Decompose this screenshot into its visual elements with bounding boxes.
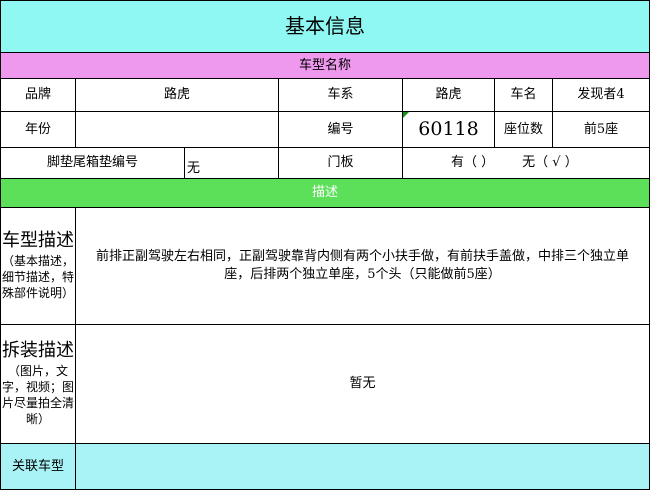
door-panel-label: 门板 — [278, 147, 403, 179]
model-desc-label: 车型描述 （基本描述，细节描述，特殊部件说明） — [0, 207, 76, 325]
mat-code-label: 脚垫尾箱垫编号 — [0, 147, 185, 179]
model-desc-text[interactable]: 前排正副驾驶左右相同，正副驾驶靠背内侧有两个小扶手做，有前扶手盖做，中排三个独立… — [75, 207, 650, 325]
mat-code-value[interactable]: 无 — [184, 147, 279, 179]
brand-value[interactable]: 路虎 — [75, 78, 279, 112]
section-model-name: 车型名称 — [0, 52, 650, 79]
install-desc-subheading: （图片，文字，视频；图片尽量拍全清晰） — [1, 363, 74, 427]
info-sheet: 基本信息 车型名称 品牌 路虎 车系 路虎 车名 发现者4 年份 编号 6011… — [0, 0, 650, 490]
install-desc-heading: 拆装描述 — [2, 340, 74, 362]
seats-label: 座位数 — [494, 111, 553, 148]
door-panel-options: 有（ ） 无（ √ ） — [402, 147, 650, 179]
year-value[interactable] — [75, 111, 279, 148]
code-label: 编号 — [278, 111, 403, 148]
series-value[interactable]: 路虎 — [402, 78, 495, 112]
related-models-value[interactable] — [75, 443, 650, 490]
model-desc-heading: 车型描述 — [2, 230, 74, 252]
door-option-no[interactable]: 无（ √ ） — [522, 154, 578, 172]
related-models-label: 关联车型 — [0, 443, 76, 490]
model-desc-subheading: （基本描述，细节描述，特殊部件说明） — [1, 253, 74, 301]
brand-label: 品牌 — [0, 78, 76, 112]
car-name-value[interactable]: 发现者4 — [552, 78, 650, 112]
section-description: 描述 — [0, 178, 650, 208]
cell-comment-marker — [403, 112, 409, 118]
install-desc-text[interactable]: 暂无 — [75, 324, 650, 444]
page-title: 基本信息 — [0, 0, 650, 53]
install-desc-label: 拆装描述 （图片，文字，视频；图片尽量拍全清晰） — [0, 324, 76, 444]
door-option-yes[interactable]: 有（ ） — [451, 154, 494, 172]
series-label: 车系 — [278, 78, 403, 112]
car-name-label: 车名 — [494, 78, 553, 112]
year-label: 年份 — [0, 111, 76, 148]
code-value[interactable]: 60118 — [402, 111, 495, 148]
seats-value[interactable]: 前5座 — [552, 111, 650, 148]
